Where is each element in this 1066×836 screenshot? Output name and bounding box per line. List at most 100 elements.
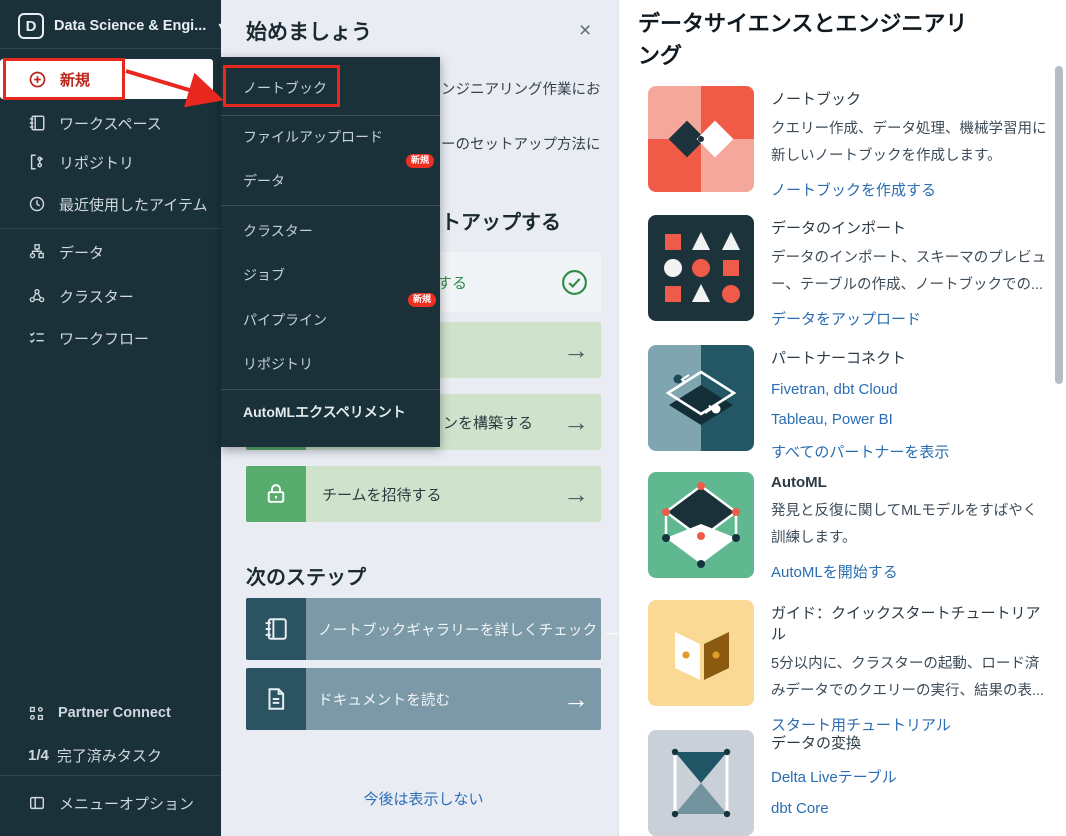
sidebar-item-repos[interactable]: リポジトリ (0, 142, 221, 182)
menu-item-notebook[interactable]: ノートブック (243, 75, 423, 101)
sidebar-item-new[interactable]: 新規 (0, 59, 213, 99)
sidebar-tasks-progress[interactable]: 1/4 完了済みタスク (0, 735, 221, 775)
intro-text: ンジニアリング作業にお (441, 78, 601, 99)
card-description: データのインポート、スキーマのプレビュー、テーブルの作成、ノートブックでの... (771, 245, 1048, 299)
sidebar-item-label: 新規 (60, 69, 90, 90)
card-title: データの変換 (771, 732, 1048, 753)
arrow-right-icon: → (563, 686, 589, 712)
workspace-switcher[interactable]: D Data Science & Engi... ▾ (18, 11, 223, 41)
card-title: ガイド：クイックスタートチュートリアル (771, 602, 1048, 644)
partner-connect-icon (28, 705, 45, 722)
sidebar-item-label: Partner Connect (58, 705, 171, 721)
dismiss-link[interactable]: 今後は表示しない (246, 788, 601, 809)
close-icon[interactable]: × (579, 20, 591, 41)
menu-item-automl-experiment[interactable]: AutoMLエクスペリメント (243, 399, 423, 425)
next-step-label: ノートブックギャラリーを詳しくチェック (318, 619, 597, 640)
menu-item-job[interactable]: ジョブ (243, 262, 423, 288)
arrow-right-icon: → (563, 481, 589, 507)
new-dropdown-menu: ノートブック ファイルアップロード データ 新規 クラスター ジョブ パイプライ… (221, 57, 440, 447)
divider (221, 205, 440, 206)
sidebar-item-workflows[interactable]: ワークフロー (0, 318, 221, 358)
card-import-data: データのインポート データのインポート、スキーマのプレビュー、テーブルの作成、ノ… (648, 215, 1048, 329)
sidebar-item-partner-connect[interactable]: Partner Connect (0, 693, 221, 733)
scrollbar-thumb[interactable] (1055, 66, 1063, 384)
sidebar-item-workspace[interactable]: ワークスペース (0, 103, 221, 143)
notebook-icon (28, 114, 46, 132)
panel-icon (28, 794, 46, 812)
tasks-count: 1/4 (28, 747, 49, 764)
tableau-powerbi-link[interactable]: Tableau, Power BI (771, 411, 1048, 428)
next-step-notebook-gallery[interactable]: ノートブックギャラリーを詳しくチェック → (246, 598, 601, 660)
upload-data-link[interactable]: データをアップロード (771, 308, 1048, 329)
lock-icon-wrap (246, 466, 306, 522)
document-icon-wrap (246, 668, 306, 730)
document-icon (263, 686, 289, 712)
sidebar-item-menu-options[interactable]: メニューオプション (0, 783, 221, 823)
setup-heading: トアップする (441, 206, 561, 235)
menu-item-repo[interactable]: リポジトリ (243, 351, 423, 377)
all-partners-link[interactable]: すべてのパートナーを表示 (771, 441, 1048, 462)
arrow-right-icon: → (563, 337, 589, 363)
card-partner-connect: パートナーコネクト Fivetran, dbt Cloud Tableau, P… (648, 345, 1048, 475)
menu-item-file-upload[interactable]: ファイルアップロード (243, 124, 423, 150)
delta-live-tables-link[interactable]: Delta Liveテーブル (771, 766, 1048, 787)
fivetran-dbt-link[interactable]: Fivetran, dbt Cloud (771, 381, 1048, 398)
sidebar-item-clusters[interactable]: クラスター (0, 276, 221, 316)
divider (0, 228, 221, 229)
partner-connect-tile-icon (648, 345, 754, 451)
check-circle-icon (561, 269, 588, 296)
sidebar-item-recents[interactable]: 最近使用したアイテム (0, 184, 221, 224)
card-quickstart-guide: ガイド：クイックスタートチュートリアル 5分以内に、クラスターの起動、ロード済み… (648, 600, 1048, 735)
data-icon (28, 243, 46, 261)
clock-icon (28, 195, 46, 213)
next-steps-heading: 次のステップ (246, 561, 366, 590)
menu-item-cluster[interactable]: クラスター (243, 218, 423, 244)
intro-text: ーのセットアップ方法に (441, 133, 601, 154)
card-automl: AutoML 発見と反復に関してMLモデルをすばやく訓練します。 AutoMLを… (648, 472, 1048, 582)
new-badge: 新規 (406, 154, 434, 168)
card-notebook: ノートブック クエリー作成、データ処理、機械学習用に新しいノートブックを作成しま… (648, 86, 1048, 200)
panel-title: 始めましょう (246, 16, 372, 46)
next-step-read-docs[interactable]: ドキュメントを読む → (246, 668, 601, 730)
start-automl-link[interactable]: AutoMLを開始する (771, 561, 1048, 582)
sidebar-item-label: ワークスペース (59, 113, 162, 134)
task-label: ンを構築する (443, 412, 533, 433)
home-panel: データサイエンスとエンジニアリング ノートブック クエリー作成、データ処理、機械… (618, 0, 1066, 836)
card-transform-data: データの変換 Delta Liveテーブル dbt Core (648, 730, 1048, 836)
workflow-icon (28, 329, 46, 347)
cluster-icon (28, 287, 46, 305)
sidebar-item-label: クラスター (59, 286, 134, 307)
card-title: パートナーコネクト (771, 347, 1048, 368)
menu-item-data[interactable]: データ (243, 168, 423, 194)
divider (221, 115, 440, 116)
task-label: する (437, 272, 467, 293)
lock-icon (263, 481, 289, 507)
chevron-down-icon: ▾ (218, 21, 223, 32)
next-step-label: ドキュメントを読む (318, 689, 450, 710)
sidebar-item-data[interactable]: データ (0, 232, 221, 272)
notebook-gallery-icon-wrap (246, 598, 306, 660)
sidebar-item-label: リポジトリ (59, 152, 134, 173)
card-title: AutoML (771, 474, 1048, 491)
card-description: 5分以内に、クラスターの起動、ロード済みデータでのクエリーの実行、結果の表... (771, 651, 1048, 705)
automl-tile-icon (648, 472, 754, 578)
card-title: データのインポート (771, 217, 1048, 238)
card-description: クエリー作成、データ処理、機械学習用に新しいノートブックを作成します。 (771, 116, 1048, 170)
databricks-workspace: D Data Science & Engi... ▾ 新規 ワークスペース リポ… (0, 0, 1066, 836)
task-label: チームを招待する (322, 484, 442, 505)
sidebar-item-label: データ (59, 242, 104, 263)
sidebar-item-label: 最近使用したアイテム (59, 194, 208, 215)
repo-icon (28, 153, 46, 171)
databricks-logo: D (18, 13, 44, 39)
notebook-icon (263, 616, 289, 642)
create-notebook-link[interactable]: ノートブックを作成する (771, 179, 1048, 200)
dbt-core-link[interactable]: dbt Core (771, 800, 1048, 817)
plus-circle-icon (28, 70, 47, 89)
menu-item-pipeline[interactable]: パイプライン (243, 307, 423, 333)
guide-tile-icon (648, 600, 754, 706)
task-row-invite-team[interactable]: チームを招待する → (246, 466, 601, 522)
page-title: データサイエンスとエンジニアリング (638, 8, 988, 72)
new-badge: 新規 (408, 293, 436, 307)
divider (0, 48, 221, 49)
card-title: ノートブック (771, 88, 1048, 109)
